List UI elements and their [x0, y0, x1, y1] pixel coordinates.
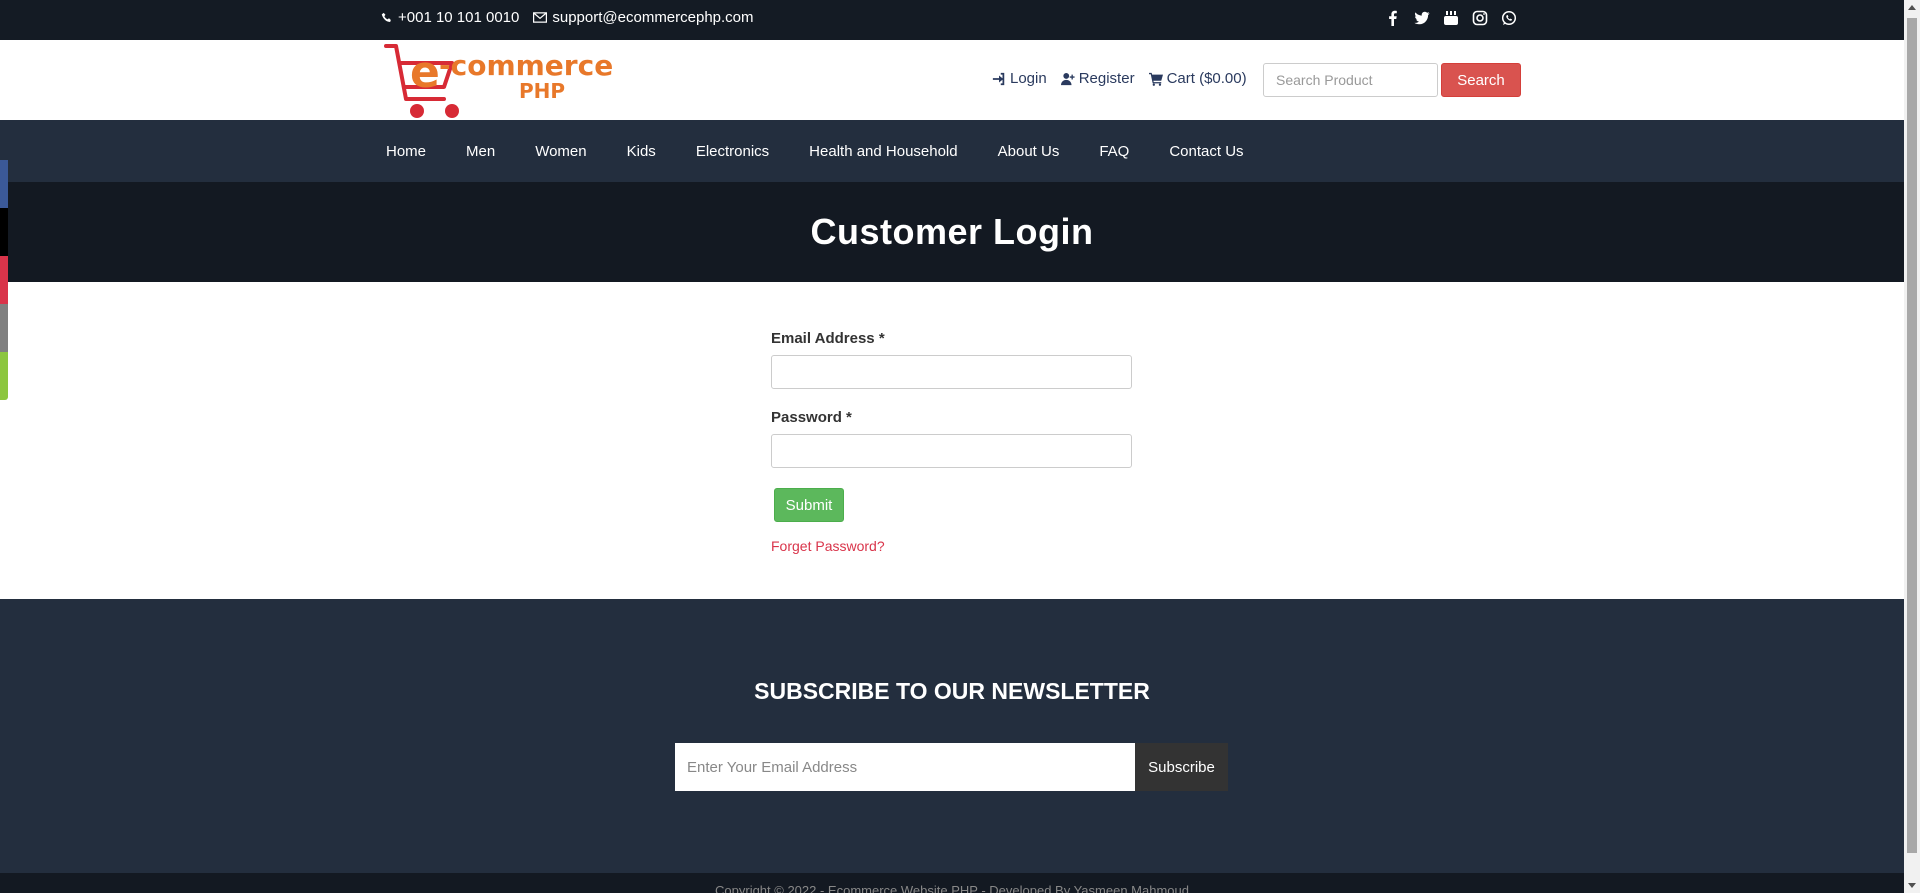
- copyright-text: Copyright © 2022 - Ecommerce Website PHP…: [715, 883, 1189, 893]
- login-link[interactable]: Login: [992, 70, 1047, 87]
- search-button[interactable]: Search: [1441, 63, 1521, 97]
- shopping-cart-icon: [1148, 72, 1163, 86]
- whatsapp-icon[interactable]: [1501, 10, 1517, 26]
- support-email[interactable]: support@ecommercephp.com: [552, 9, 753, 26]
- password-field[interactable]: [771, 434, 1132, 468]
- logo-letter-e: e: [410, 47, 440, 98]
- page-title: Customer Login: [810, 211, 1094, 252]
- cart-link[interactable]: Cart ($0.00): [1148, 70, 1247, 87]
- site-logo[interactable]: e -commerce PHP: [384, 41, 640, 121]
- site-header: e -commerce PHP Login Register Cart ($0.…: [0, 40, 1904, 120]
- login-label: Login: [1010, 70, 1047, 87]
- twitter-icon[interactable]: [1414, 10, 1430, 26]
- nav-item-home[interactable]: Home: [366, 143, 446, 160]
- account-links: Login Register Cart ($0.00): [992, 70, 1247, 87]
- scroll-up-arrow-icon[interactable]: [1908, 5, 1916, 10]
- nav-item-contact-us[interactable]: Contact Us: [1149, 143, 1263, 160]
- nav-item-kids[interactable]: Kids: [607, 143, 676, 160]
- search-input[interactable]: [1263, 63, 1438, 97]
- main-nav: Home Men Women Kids Electronics Health a…: [0, 120, 1904, 182]
- logo-text: -commerce: [439, 49, 613, 82]
- email-field[interactable]: [771, 355, 1132, 389]
- top-bar: +001 10 101 0010 support@ecommercephp.co…: [0, 0, 1904, 40]
- cart-label: Cart ($0.00): [1166, 70, 1247, 87]
- footer: Copyright © 2022 - Ecommerce Website PHP…: [0, 873, 1904, 893]
- register-label: Register: [1078, 70, 1135, 87]
- user-plus-icon: [1060, 72, 1075, 85]
- email-contact: support@ecommercephp.com: [533, 9, 754, 26]
- nav-item-electronics[interactable]: Electronics: [676, 143, 789, 160]
- facebook-icon[interactable]: [1385, 10, 1401, 26]
- nav-item-faq[interactable]: FAQ: [1079, 143, 1149, 160]
- sign-in-icon: [992, 72, 1005, 85]
- scroll-down-arrow-icon[interactable]: [1908, 883, 1916, 888]
- password-label: Password *: [771, 409, 852, 426]
- newsletter-title: SUBSCRIBE TO OUR NEWSLETTER: [754, 678, 1150, 704]
- social-links: [1385, 10, 1517, 26]
- side-share-more[interactable]: [0, 352, 8, 400]
- phone-number: +001 10 101 0010: [398, 9, 520, 26]
- side-share-facebook[interactable]: [0, 160, 8, 208]
- phone-icon: [381, 12, 391, 22]
- login-form: Email Address * Password * Submit Forget…: [771, 330, 1133, 554]
- instagram-icon[interactable]: [1472, 10, 1488, 26]
- newsletter-section: SUBSCRIBE TO OUR NEWSLETTER Subscribe: [0, 599, 1904, 873]
- nav-item-women[interactable]: Women: [515, 143, 606, 160]
- envelope-icon: [533, 12, 548, 23]
- side-share-pinterest[interactable]: [0, 256, 8, 304]
- youtube-icon[interactable]: [1443, 10, 1459, 26]
- nav-item-about-us[interactable]: About Us: [978, 143, 1080, 160]
- nav-item-health-household[interactable]: Health and Household: [789, 143, 977, 160]
- logo-subtext: PHP: [519, 79, 565, 103]
- subscribe-button[interactable]: Subscribe: [1135, 743, 1228, 791]
- page-scrollbar[interactable]: [1904, 0, 1920, 893]
- phone-contact: +001 10 101 0010: [381, 9, 519, 26]
- submit-button[interactable]: Submit: [774, 488, 844, 522]
- scrollbar-thumb[interactable]: [1907, 18, 1917, 853]
- email-label: Email Address *: [771, 330, 885, 347]
- page-banner: Customer Login: [0, 182, 1904, 282]
- newsletter-email-input[interactable]: [675, 743, 1135, 791]
- side-share-twitter[interactable]: [0, 208, 8, 256]
- contact-info: +001 10 101 0010 support@ecommercephp.co…: [381, 9, 754, 26]
- forget-password-link[interactable]: Forget Password?: [771, 538, 1133, 554]
- nav-item-men[interactable]: Men: [446, 143, 515, 160]
- side-share-email[interactable]: [0, 304, 8, 352]
- register-link[interactable]: Register: [1060, 70, 1135, 87]
